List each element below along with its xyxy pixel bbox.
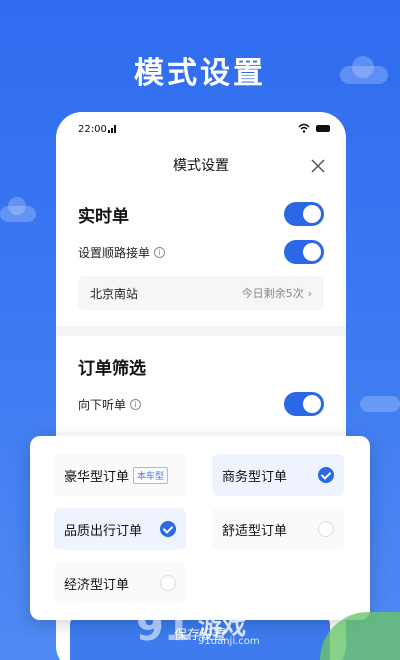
option-label: 豪华型订单 — [64, 469, 130, 485]
option-label: 经济型订单 — [64, 577, 130, 593]
own-car-tag: 本车型 — [133, 466, 169, 484]
section-divider — [56, 326, 346, 336]
station-row[interactable]: 北京南站 今日剩余5次 › — [78, 276, 324, 310]
option-quality[interactable]: 品质出行订单 — [54, 508, 186, 550]
option-label: 品质出行订单 — [64, 523, 143, 539]
info-icon[interactable]: i — [130, 398, 142, 410]
check-icon — [160, 521, 176, 537]
status-time: 22:00 — [78, 124, 107, 135]
option-economy[interactable]: 经济型订单 — [54, 562, 186, 604]
order-type-popup: 豪华型订单 本车型 商务型订单 品质出行订单 舒适型订单 经济型订单 — [30, 436, 370, 620]
option-label: 商务型订单 — [222, 469, 288, 485]
nav-bar: 模式设置 — [56, 146, 346, 186]
station-name: 北京南站 — [90, 286, 139, 301]
option-luxury[interactable]: 豪华型订单 本车型 — [54, 454, 186, 496]
realtime-title: 实时单 — [78, 206, 129, 227]
nav-title: 模式设置 — [173, 158, 229, 174]
wifi-icon — [298, 123, 310, 133]
watermark-url: 91danji.com — [198, 636, 260, 647]
battery-icon — [316, 125, 330, 132]
watermark-number: 91 — [136, 604, 192, 650]
signal-icon — [108, 125, 117, 133]
cloud-decoration — [360, 396, 400, 412]
down-toggle[interactable] — [284, 392, 324, 416]
hero-title: 模式设置 — [134, 56, 266, 91]
realtime-toggle[interactable] — [284, 202, 324, 226]
down-label: 向下听单 — [78, 397, 127, 412]
status-bar: 22:00 — [56, 112, 346, 146]
realtime-section: 实时单 设置顺路接单 i 北京南站 今日剩余5次 › — [56, 194, 346, 310]
check-icon — [318, 467, 334, 483]
radio-icon — [318, 521, 334, 537]
route-label: 设置顺路接单 — [78, 245, 151, 260]
route-toggle[interactable] — [284, 240, 324, 264]
chevron-right-icon: › — [307, 286, 312, 300]
filter-title: 订单筛选 — [78, 358, 146, 379]
option-label: 舒适型订单 — [222, 523, 288, 539]
cloud-decoration — [0, 197, 36, 222]
info-icon[interactable]: i — [154, 246, 166, 258]
option-comfort[interactable]: 舒适型订单 — [212, 508, 344, 550]
close-icon[interactable] — [310, 158, 326, 174]
remaining-count: 今日剩余5次 — [241, 287, 304, 300]
filter-section: 订单筛选 向下听单 i — [56, 346, 346, 422]
radio-icon — [160, 575, 176, 591]
watermark-logo: 91 游戏 91danji.com — [136, 600, 276, 656]
option-business[interactable]: 商务型订单 — [212, 454, 344, 496]
